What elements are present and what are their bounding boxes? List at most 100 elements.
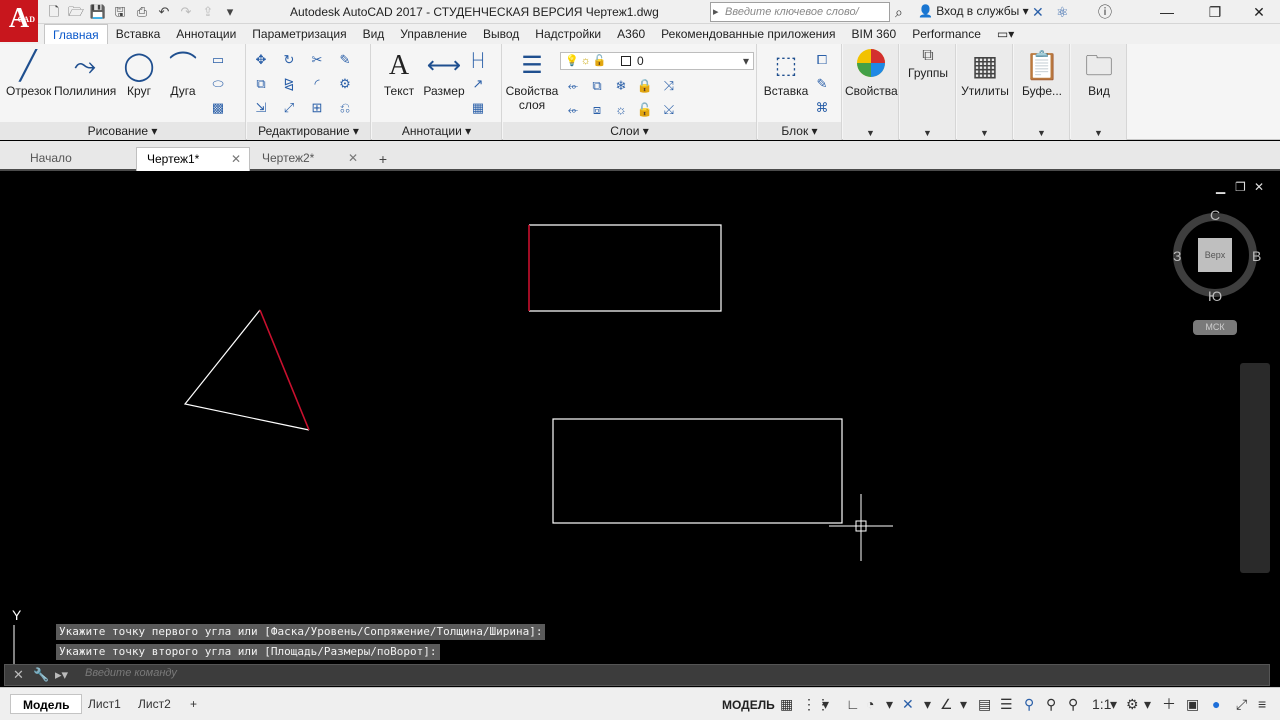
viewcube[interactable]: С Ю В З Верх <box>1172 203 1262 304</box>
close-command-line-icon[interactable]: ✕ <box>13 667 24 683</box>
lineweight-icon[interactable]: ▤ <box>978 696 991 712</box>
viewcube-south[interactable]: Ю <box>1208 288 1222 304</box>
utilities-tool[interactable]: ▦ Утилиты <box>959 48 1011 98</box>
clipboard-tool[interactable]: 📋 Буфе... <box>1016 48 1068 98</box>
insert-tool[interactable]: ⬚ Вставка <box>762 48 810 98</box>
leader-icon[interactable]: ↗ <box>468 74 488 94</box>
offset-icon[interactable]: ⎌ <box>335 98 355 118</box>
viewcube-east[interactable]: В <box>1252 248 1261 264</box>
view-expand-icon[interactable]: ▼ <box>1071 128 1126 138</box>
layer-unisolate-icon[interactable]: ⧈ <box>587 100 607 120</box>
properties-tool[interactable]: Свойства <box>845 48 898 98</box>
tab-annotate[interactable]: Аннотации <box>168 24 244 44</box>
command-line[interactable]: ✕ 🔧 ▸▾ Введите команду <box>4 664 1270 686</box>
scale-icon[interactable]: ⤢ <box>279 98 299 118</box>
customize-icon[interactable]: 🔧 <box>33 667 49 683</box>
clipboard-panel[interactable]: 📋 Буфе... ▼ <box>1014 44 1070 140</box>
fillet-icon[interactable]: ◜ <box>307 74 327 94</box>
viewport-minimize-icon[interactable]: ▁ <box>1216 180 1225 194</box>
tab-parametric[interactable]: Параметризация <box>244 24 354 44</box>
layout-tab-sheet1[interactable]: Лист1 <box>76 694 133 714</box>
model-space-toggle[interactable]: МОДЕЛЬ <box>722 698 775 712</box>
osnap-icon[interactable]: ✕ <box>902 696 914 712</box>
recent-commands-icon[interactable]: ▸▾ <box>55 667 68 683</box>
close-tab-icon[interactable]: ✕ <box>231 148 241 170</box>
mirror-icon[interactable]: ⧎ <box>279 74 299 94</box>
layout-tab-model[interactable]: Модель <box>10 694 83 714</box>
modify-panel-title[interactable]: Редактирование ▾ <box>247 122 370 140</box>
layer-unlock-icon[interactable]: 🔓 <box>635 100 655 120</box>
stretch-icon[interactable]: ⇲ <box>251 98 271 118</box>
explode-icon[interactable]: ⚙ <box>335 74 355 94</box>
rectangle-icon[interactable]: ▭ <box>208 50 228 70</box>
table-icon[interactable]: ▦ <box>468 98 488 118</box>
ellipse-icon[interactable]: ⬭ <box>208 74 228 94</box>
edit-block-icon[interactable]: ✎ <box>812 74 832 94</box>
ucs-menu[interactable]: МСК <box>1193 320 1237 335</box>
annotation-visibility-icon[interactable]: ⚲ <box>1046 696 1056 712</box>
auto-scale-icon[interactable]: ⚲ <box>1068 696 1078 712</box>
drawing-geometry[interactable] <box>0 173 1280 687</box>
view-tool[interactable]: 🗀 Вид <box>1073 48 1125 98</box>
chevron-down-icon[interactable]: ▾ <box>960 696 967 712</box>
move-icon[interactable]: ✥ <box>251 50 271 70</box>
hatch-icon[interactable]: ▩ <box>208 98 228 118</box>
circle-tool[interactable]: ◯ Круг <box>122 48 156 98</box>
ortho-icon[interactable]: ∟ <box>846 696 860 712</box>
annotation-panel-title[interactable]: Аннотации ▾ <box>372 122 501 140</box>
stay-connected-icon[interactable]: ⚛ <box>1056 4 1069 20</box>
signin-button[interactable]: 👤 Вход в службы ▾ <box>918 4 1029 18</box>
save-as-icon[interactable]: 🖫 <box>110 3 130 21</box>
annotation-monitor-icon[interactable]: ＋ <box>1162 696 1176 712</box>
layer-merge-icon[interactable]: ⤩ <box>659 100 679 120</box>
layer-off-icon[interactable]: ⬰ <box>563 76 583 96</box>
add-layout-button[interactable]: + <box>178 694 209 714</box>
search-input[interactable]: Введите ключевое слово/фразу <box>710 2 890 36</box>
copy-icon[interactable]: ⧉ <box>251 74 271 94</box>
application-menu-button[interactable]: A CAD <box>0 0 38 42</box>
chevron-down-icon[interactable]: ▾ <box>1110 696 1117 712</box>
rotate-icon[interactable]: ↻ <box>279 50 299 70</box>
workspace-gear-icon[interactable]: ⚙ <box>1126 696 1139 712</box>
trim-icon[interactable]: ✂ <box>307 50 327 70</box>
isolate-objects-icon[interactable]: ● <box>1212 696 1220 712</box>
create-block-icon[interactable]: ⧠ <box>812 50 832 70</box>
file-tab-drawing2[interactable]: Чертеж2* ✕ <box>252 147 366 171</box>
viewcube-west[interactable]: З <box>1173 248 1181 264</box>
command-input[interactable]: Введите команду <box>85 667 177 679</box>
tab-view[interactable]: Вид <box>355 24 393 44</box>
rectangle-bottom[interactable] <box>552 418 843 524</box>
tab-featured-apps[interactable]: Рекомендованные приложения <box>653 24 843 44</box>
linear-dim-icon[interactable]: ├┤ <box>468 50 488 70</box>
close-tab-icon[interactable]: ✕ <box>348 147 358 169</box>
tab-bim360[interactable]: BIM 360 <box>844 24 905 44</box>
grid-icon[interactable]: ▦ <box>780 696 793 712</box>
share-icon[interactable]: ⇪ <box>198 3 218 21</box>
annotation-scale-icon[interactable]: ⚲ <box>1024 696 1034 712</box>
layer-match-icon[interactable]: ⤨ <box>659 76 679 96</box>
file-tab-drawing1[interactable]: Чертеж1* ✕ <box>136 147 250 171</box>
isodraft-icon[interactable]: ∠ <box>940 696 953 712</box>
new-tab-button[interactable]: + <box>372 150 394 168</box>
viewcube-north[interactable]: С <box>1210 207 1220 223</box>
maximize-window-button[interactable]: ❐ <box>1200 2 1230 22</box>
viewport-restore-icon[interactable]: ❐ <box>1235 180 1246 194</box>
drawing-canvas[interactable]: ▁ ❐ ✕ С Ю В З Верх МСК Y Укажите точку п… <box>0 173 1280 687</box>
rectangle-top[interactable] <box>528 224 722 312</box>
customize-status-icon[interactable]: ≡ <box>1258 696 1266 712</box>
layer-dropdown[interactable]: 💡☼🔓 0 <box>560 52 754 70</box>
line-tool[interactable]: ╱ Отрезок <box>6 48 51 98</box>
layer-freeze-icon[interactable]: ❄ <box>611 76 631 96</box>
groups-panel[interactable]: ⧉ Группы ▼ <box>900 44 956 140</box>
chevron-down-icon[interactable]: ▾ <box>1144 696 1151 712</box>
close-window-button[interactable]: ✕ <box>1244 2 1274 22</box>
clipboard-expand-icon[interactable]: ▼ <box>1014 128 1069 138</box>
chevron-down-icon[interactable]: ▾ <box>822 696 829 712</box>
layout-tab-sheet2[interactable]: Лист2 <box>126 694 183 714</box>
open-folder-icon[interactable]: 🗁 <box>66 3 86 21</box>
draw-panel-title[interactable]: Рисование ▾ <box>0 122 245 140</box>
layer-on-icon[interactable]: ⬰ <box>563 100 583 120</box>
groups-expand-icon[interactable]: ▼ <box>900 128 955 138</box>
units-icon[interactable]: ▣ <box>1186 696 1199 712</box>
block-panel-title[interactable]: Блок ▾ <box>758 122 841 140</box>
